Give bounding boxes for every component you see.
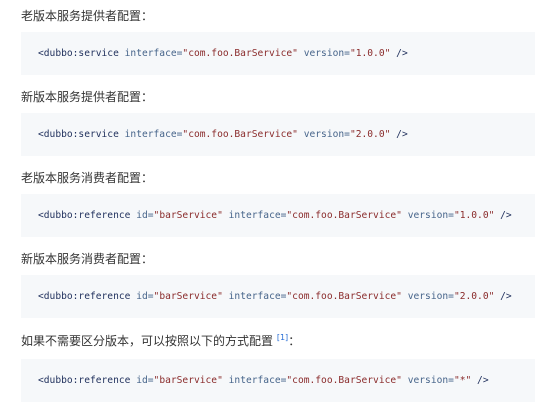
code-attr-value: "com.foo.BarService" (286, 375, 402, 386)
code-block-new-provider: <dubbo:service interface="com.foo.BarSer… (21, 113, 535, 156)
code-block-old-consumer: <dubbo:reference id="barService" interfa… (21, 194, 535, 237)
code-attr-name: version (303, 129, 345, 140)
heading-new-consumer: 新版本服务消费者配置： (21, 252, 154, 266)
code-attr-value: "barService" (153, 291, 223, 302)
code-block-old-provider: <dubbo:service interface="com.foo.BarSer… (21, 32, 535, 75)
code-attr-value: "1.0.0" (453, 210, 495, 221)
code-attr-name: version (407, 375, 449, 386)
code-attr-name: id (136, 375, 148, 386)
code-tag: <dubbo:reference (38, 375, 131, 386)
code-attr-value: "com.foo.BarService" (286, 210, 402, 221)
code-attr-name: interface (228, 375, 281, 386)
code-block-new-consumer: <dubbo:reference id="barService" interfa… (21, 275, 535, 318)
code-attr-name: interface (124, 48, 177, 59)
code-block-any-version: <dubbo:reference id="barService" interfa… (21, 359, 535, 402)
heading-suffix: ： (288, 334, 301, 348)
code-attr-value: "2.0.0" (349, 129, 391, 140)
code-close: /> (500, 291, 512, 302)
code-attr-value: "com.foo.BarService" (182, 48, 298, 59)
footnote-link[interactable]: [1] (277, 333, 288, 342)
code-attr-name: version (407, 291, 449, 302)
code-attr-name: id (136, 291, 148, 302)
code-attr-value: "barService" (153, 375, 223, 386)
code-attr-name: version (303, 48, 345, 59)
code-close: /> (396, 129, 408, 140)
code-tag: <dubbo:service (38, 48, 119, 59)
code-attr-value: "barService" (153, 210, 223, 221)
code-attr-value: "1.0.0" (349, 48, 391, 59)
code-attr-name: interface (228, 291, 281, 302)
code-attr-name: interface (228, 210, 281, 221)
code-attr-name: version (407, 210, 449, 221)
heading-old-provider: 老版本服务提供者配置： (21, 9, 154, 23)
code-close: /> (500, 210, 512, 221)
code-attr-name: id (136, 210, 148, 221)
code-attr-value: "com.foo.BarService" (286, 291, 402, 302)
code-attr-value: "2.0.0" (453, 291, 495, 302)
code-tag: <dubbo:reference (38, 291, 131, 302)
code-tag: <dubbo:reference (38, 210, 131, 221)
code-attr-value: "com.foo.BarService" (182, 129, 298, 140)
heading-old-consumer: 老版本服务消费者配置： (21, 171, 154, 185)
code-attr-name: interface (124, 129, 177, 140)
code-close: /> (477, 375, 489, 386)
code-tag: <dubbo:service (38, 129, 119, 140)
heading-new-provider: 新版本服务提供者配置： (21, 90, 154, 104)
code-close: /> (396, 48, 408, 59)
code-attr-value: "*" (453, 375, 472, 386)
heading-any-version: 如果不需要区分版本，可以按照以下的方式配置 [1]： (21, 333, 300, 349)
heading-text: 如果不需要区分版本，可以按照以下的方式配置 (21, 334, 274, 348)
